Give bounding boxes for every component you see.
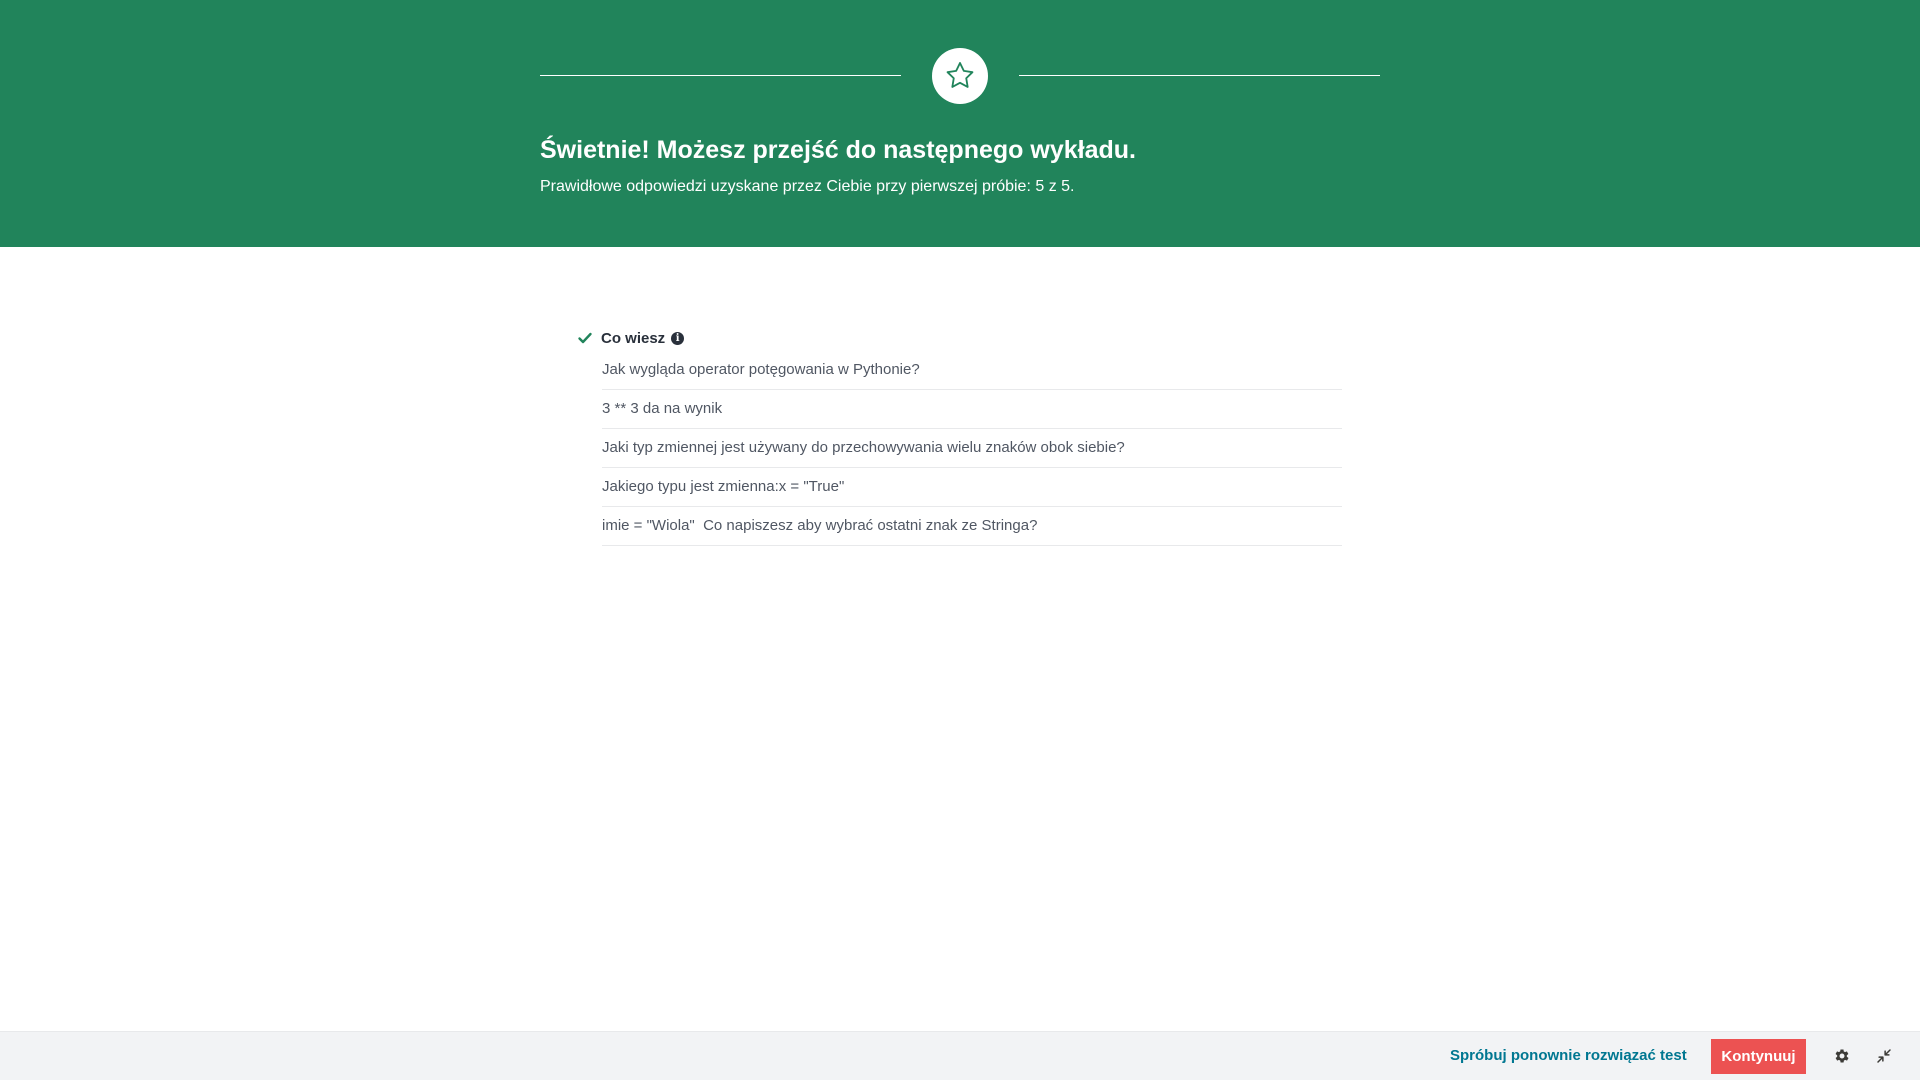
banner-content: Świetnie! Możesz przejść do następnego w… <box>540 0 1380 247</box>
result-banner: Świetnie! Możesz przejść do następnego w… <box>0 0 1920 247</box>
divider-right <box>1019 75 1380 76</box>
question-item[interactable]: Jakiego typu jest zmienna:x = "True" <box>602 468 1342 507</box>
question-item[interactable]: Jak wygląda operator potęgowania w Pytho… <box>602 351 1342 390</box>
results-section: Co wiesz i Jak wygląda operator potęgowa… <box>577 325 1342 546</box>
question-item[interactable]: imie = "Wiola" Co napiszesz aby wybrać o… <box>602 507 1342 546</box>
footer-bar: Spróbuj ponownie rozwiązać test Kontynuu… <box>0 1031 1920 1080</box>
result-score-text: Prawidłowe odpowiedzi uzyskane przez Cie… <box>540 178 1075 195</box>
divider-left <box>540 75 901 76</box>
collapse-icon[interactable] <box>1875 1047 1893 1065</box>
section-title: Co wiesz <box>601 329 666 347</box>
question-item[interactable]: 3 ** 3 da na wynik <box>602 390 1342 429</box>
retry-quiz-link[interactable]: Spróbuj ponownie rozwiązać test <box>1450 1047 1687 1064</box>
info-icon[interactable]: i <box>671 331 685 345</box>
question-item[interactable]: Jaki typ zmiennej jest używany do przech… <box>602 429 1342 468</box>
star-badge <box>932 48 988 104</box>
star-icon <box>946 62 974 88</box>
check-icon <box>578 332 592 344</box>
result-title: Świetnie! Możesz przejść do następnego w… <box>540 136 1136 164</box>
quiz-result-page: Świetnie! Możesz przejść do następnego w… <box>0 0 1920 1080</box>
continue-button[interactable]: Kontynuuj <box>1711 1039 1806 1074</box>
section-header: Co wiesz i <box>577 325 1342 351</box>
gear-icon[interactable] <box>1833 1047 1851 1065</box>
question-list: Jak wygląda operator potęgowania w Pytho… <box>577 351 1342 546</box>
